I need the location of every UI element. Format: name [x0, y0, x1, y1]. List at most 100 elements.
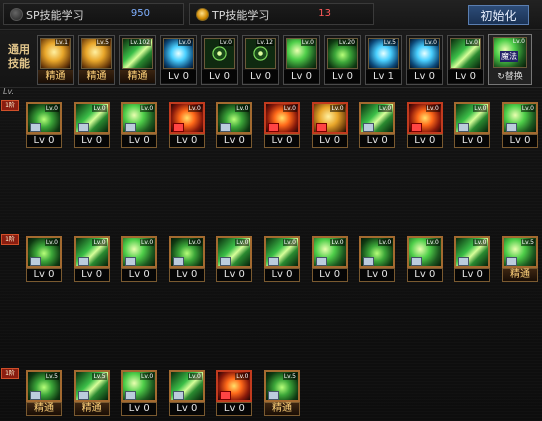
green-cut-icon[interactable]: Lv.0: [264, 236, 300, 268]
skill-slot[interactable]: Lv.0 Lv 0: [406, 102, 443, 149]
skill-slot[interactable]: Lv.0 Lv 0: [26, 102, 62, 149]
green-spin-icon[interactable]: Lv.5: [26, 370, 62, 402]
skill-slot[interactable]: Lv.5 精通: [26, 370, 62, 417]
common-skill-slot[interactable]: Lv.0 Lv 0: [160, 35, 197, 85]
skill-slot[interactable]: Lv.0 Lv 0: [406, 236, 443, 283]
green-slash-icon[interactable]: Lv.102: [122, 38, 153, 69]
skill-slot[interactable]: Lv.0 Lv 0: [311, 102, 348, 149]
green-sword-icon[interactable]: Lv.0: [73, 102, 110, 134]
skill-level: Lv 0: [216, 268, 253, 282]
green-dash-icon[interactable]: Lv.0: [121, 102, 158, 134]
tp-radio-icon[interactable]: [196, 8, 209, 21]
skill-slot[interactable]: Lv.0 Lv 0: [311, 236, 348, 283]
skill-slot[interactable]: Lv.0 Lv 0: [216, 102, 253, 149]
reset-button[interactable]: 初始化: [468, 5, 529, 25]
skill-cube-icon: [458, 257, 470, 266]
switch-skill-slot[interactable]: 魔法 Lv.0 ↻替换: [488, 34, 532, 85]
skill-level-tag: Lv.0: [473, 105, 488, 112]
sp-radio-icon[interactable]: [10, 8, 23, 21]
cyan-wings-icon[interactable]: Lv.0: [163, 38, 194, 69]
common-skill-slot[interactable]: Lv.12 Lv 0: [242, 35, 279, 85]
common-skill-slot[interactable]: Lv.20 Lv 0: [324, 35, 361, 85]
skill-slot[interactable]: Lv.0 Lv 0: [454, 236, 491, 283]
tier-badge: 1阶: [1, 100, 19, 111]
green-cross-icon[interactable]: Lv.0: [454, 236, 491, 268]
green-slash-icon[interactable]: Lv.0: [359, 102, 396, 134]
green-kick-icon[interactable]: Lv.0: [502, 102, 538, 134]
skill-level: Lv 0: [406, 134, 443, 148]
green-strike-icon[interactable]: Lv.5: [73, 370, 110, 402]
green-swirl-icon[interactable]: Lv.0: [121, 236, 158, 268]
skill-cube-icon: [220, 123, 232, 132]
running-figure-icon[interactable]: Lv.0: [286, 38, 317, 69]
common-skill-slot[interactable]: Lv.0 Lv 0: [283, 35, 320, 85]
skill-level: Lv 0: [216, 134, 253, 148]
skill-slot[interactable]: Lv.0 Lv 0: [121, 370, 158, 417]
skill-slot[interactable]: Lv.0 Lv 0: [216, 236, 253, 283]
skill-cube-icon: [77, 257, 89, 266]
green-rush-icon[interactable]: Lv.5: [502, 236, 538, 268]
green-kick-icon[interactable]: Lv.0: [168, 236, 205, 268]
gold-spark-icon[interactable]: Lv.0: [311, 102, 348, 134]
switch-label[interactable]: ↻替换: [489, 69, 531, 82]
skill-slot[interactable]: Lv.0 Lv 0: [168, 236, 205, 283]
common-skill-slot[interactable]: Lv.102 精通: [119, 35, 156, 85]
skill-level-tag: Lv.0: [187, 239, 202, 246]
skill-slot[interactable]: Lv.0 Lv 0: [121, 102, 158, 149]
tab-sp-skills[interactable]: SP技能学习 950: [3, 3, 184, 25]
green-orb-icon[interactable]: Lv.0: [216, 102, 253, 134]
skill-level-tag: Lv.0: [218, 39, 233, 46]
magic-book-icon[interactable]: 魔法 Lv.0: [493, 37, 527, 68]
skill-slot[interactable]: Lv.0 Lv 0: [216, 370, 253, 417]
green-crest-icon[interactable]: Lv.0: [359, 236, 396, 268]
seated-meditation-icon[interactable]: Lv.1: [40, 38, 71, 69]
skill-slot[interactable]: Lv.0 Lv 0: [359, 236, 396, 283]
common-skill-slot[interactable]: Lv.0 Lv 0: [447, 35, 484, 85]
leaping-figure-icon[interactable]: Lv.20: [327, 38, 358, 69]
green-blade-icon[interactable]: Lv.0: [73, 236, 110, 268]
skill-slot[interactable]: Lv.0 Lv 0: [121, 236, 158, 283]
green-blade-icon[interactable]: Lv.0: [450, 38, 481, 69]
common-skill-slot[interactable]: Lv.0 Lv 0: [201, 35, 238, 85]
skill-slot[interactable]: Lv.0 Lv 0: [73, 236, 110, 283]
tab-tp-skills[interactable]: TP技能学习 13: [189, 3, 374, 25]
green-slash-icon[interactable]: Lv.0: [216, 236, 253, 268]
green-claw-icon[interactable]: Lv.0: [26, 102, 62, 134]
green-shield-icon[interactable]: Lv.0: [121, 370, 158, 402]
target-sparkle-icon[interactable]: Lv.12: [245, 38, 276, 69]
red-arrow-icon[interactable]: Lv.0: [264, 102, 300, 134]
red-dome-icon[interactable]: Lv.0: [216, 370, 253, 402]
green-stab-icon[interactable]: Lv.0: [454, 102, 491, 134]
target-crosshair-icon[interactable]: Lv.0: [204, 38, 235, 69]
skill-slot[interactable]: Lv.5 精通: [264, 370, 300, 417]
armored-figure-icon[interactable]: Lv.0: [409, 38, 440, 69]
skill-level: Lv 0: [359, 268, 396, 282]
common-skill-slot[interactable]: Lv.0 Lv 0: [406, 35, 443, 85]
skill-slot[interactable]: Lv.0 Lv 0: [168, 102, 205, 149]
skill-slot[interactable]: Lv.0 Lv 0: [168, 370, 205, 417]
skill-slot[interactable]: Lv.5 精通: [73, 370, 110, 417]
skill-slot[interactable]: Lv.0 Lv 0: [73, 102, 110, 149]
red-burst-icon[interactable]: Lv.0: [168, 102, 205, 134]
skill-slot[interactable]: Lv.0 Lv 0: [454, 102, 491, 149]
skill-cube-icon: [410, 257, 422, 266]
red-spear-icon[interactable]: Lv.0: [406, 102, 443, 134]
common-skill-slot[interactable]: Lv.1 精通: [37, 35, 74, 85]
common-skill-slot[interactable]: Lv.5 Lv 1: [365, 35, 402, 85]
cyan-eye-icon[interactable]: Lv.5: [368, 38, 399, 69]
skill-slot[interactable]: Lv.0 Lv 0: [502, 102, 538, 149]
skill-level: Lv 0: [243, 70, 278, 83]
skill-slot[interactable]: Lv.0 Lv 0: [264, 102, 300, 149]
green-wave-icon[interactable]: Lv.0: [406, 236, 443, 268]
green-fist-icon[interactable]: Lv.0: [26, 236, 62, 268]
golden-phoenix-icon[interactable]: Lv.5: [81, 38, 112, 69]
skill-level-tag: Lv.5: [520, 239, 535, 246]
skill-slot[interactable]: Lv.0 Lv 0: [264, 236, 300, 283]
skill-slot[interactable]: Lv.0 Lv 0: [359, 102, 396, 149]
green-aura-icon[interactable]: Lv.5: [264, 370, 300, 402]
common-skill-slot[interactable]: Lv.5 精通: [78, 35, 115, 85]
skill-slot[interactable]: Lv.5 精通: [502, 236, 538, 283]
skill-slot[interactable]: Lv.0 Lv 0: [26, 236, 62, 283]
green-stripes-icon[interactable]: Lv.0: [168, 370, 205, 402]
green-ring-icon[interactable]: Lv.0: [311, 236, 348, 268]
